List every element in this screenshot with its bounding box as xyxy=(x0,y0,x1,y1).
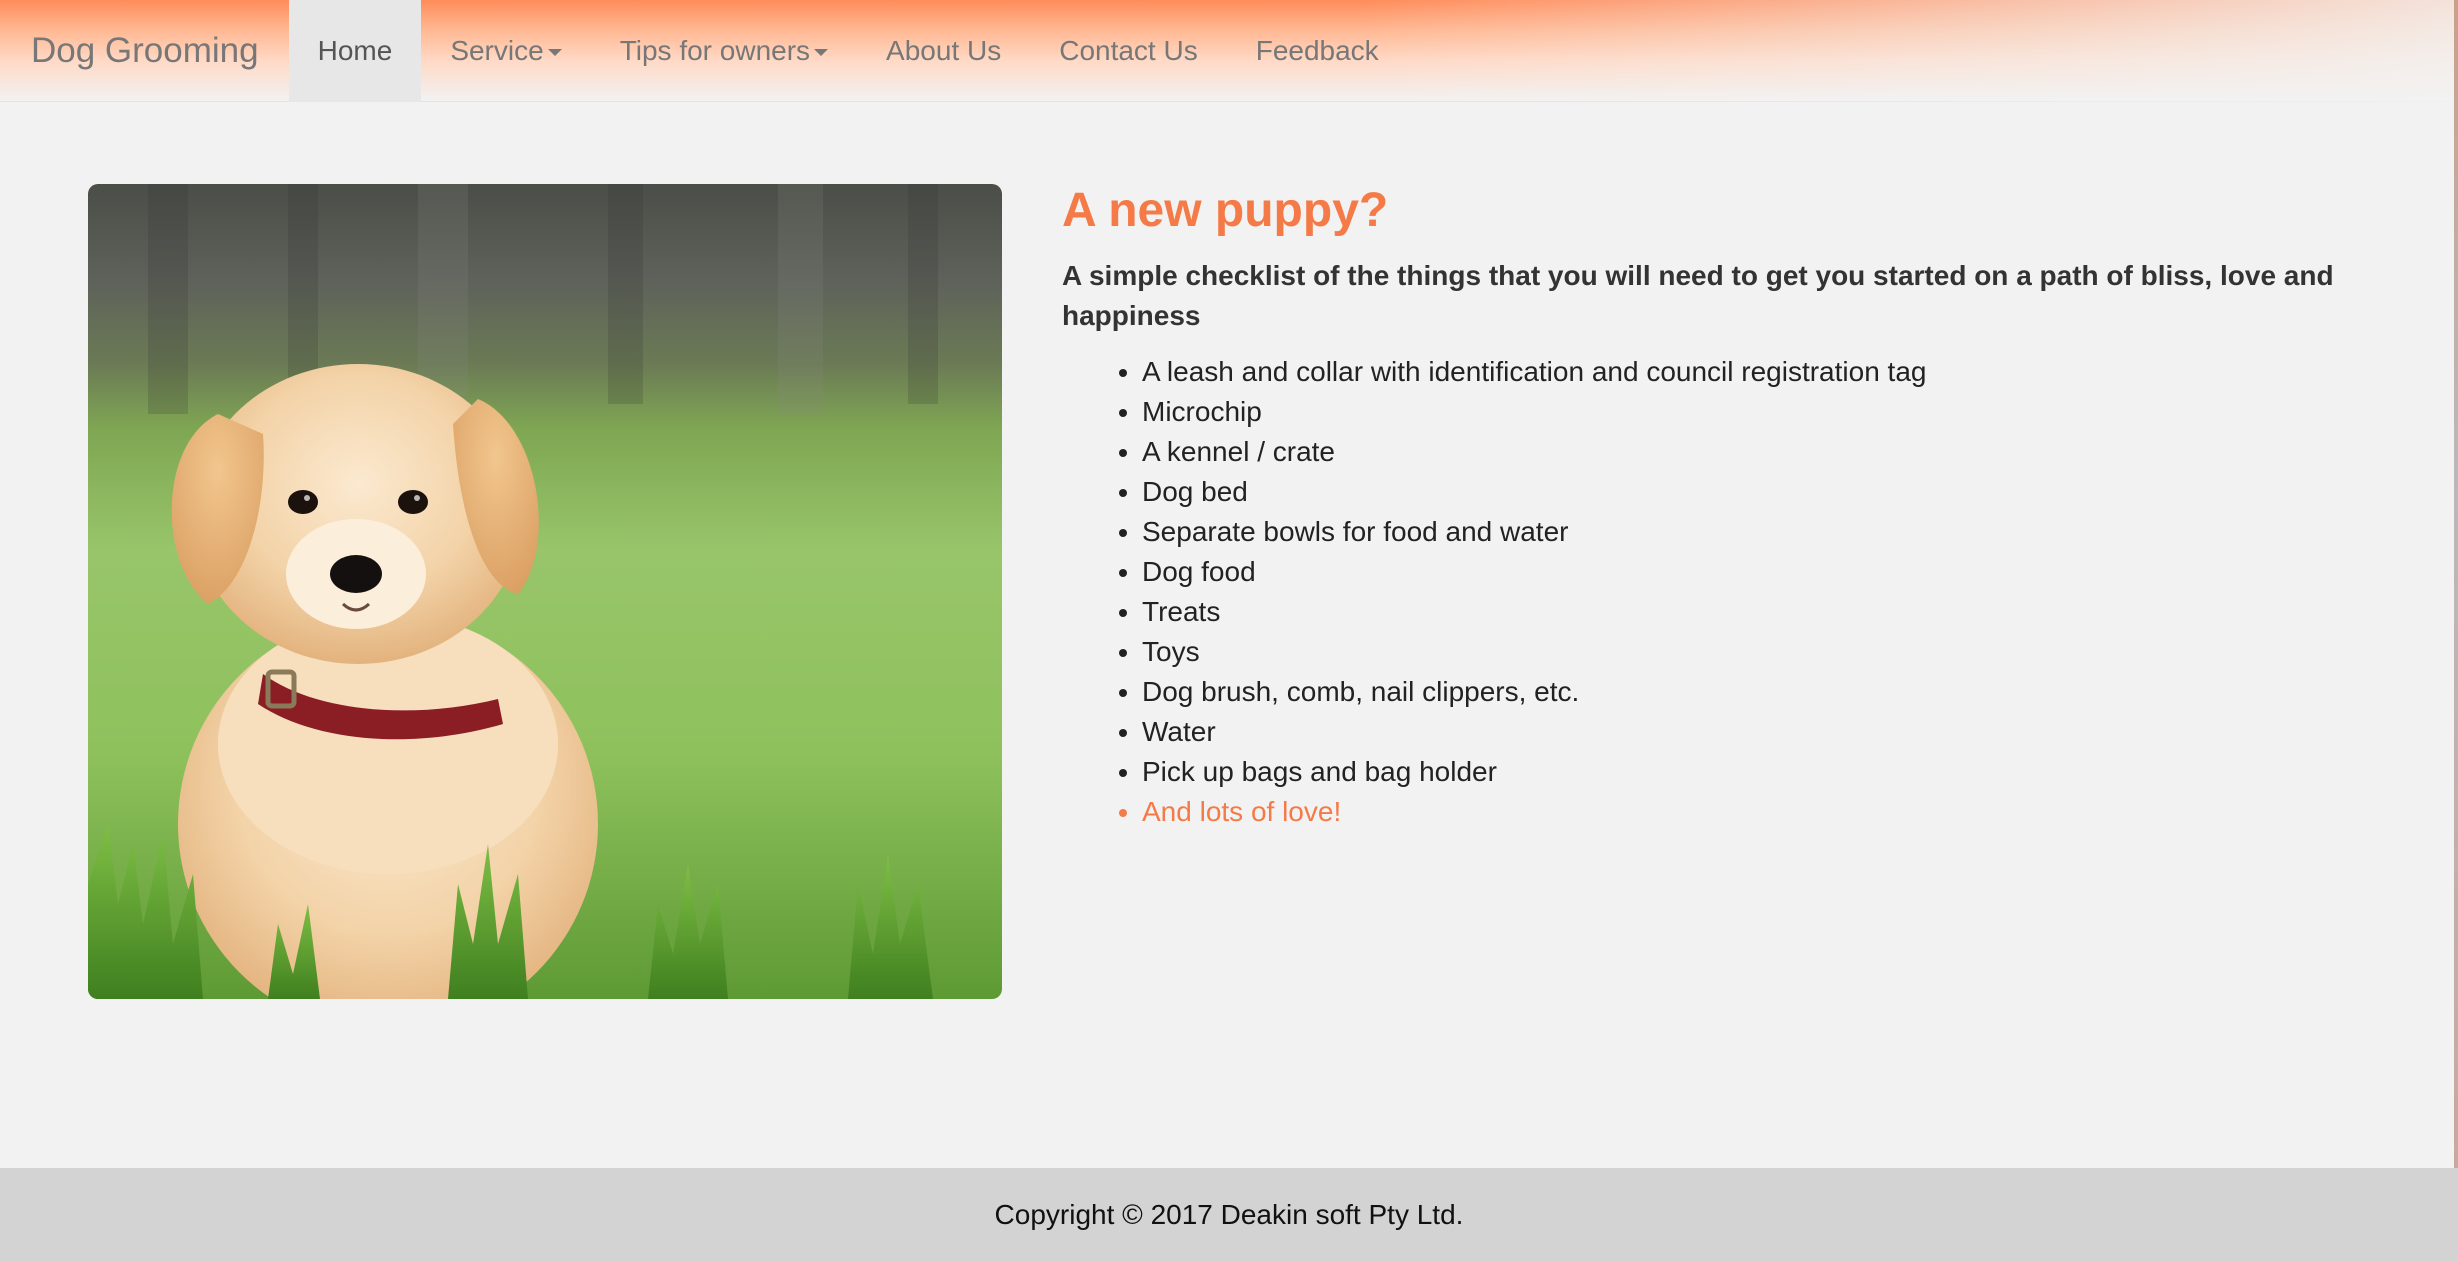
checklist-item: Water xyxy=(1142,712,2402,752)
checklist-item: Treats xyxy=(1142,592,2402,632)
nav-item-label: Home xyxy=(317,35,393,66)
copyright-text: Copyright © 2017 Deakin soft Pty Ltd. xyxy=(994,1199,1464,1230)
checklist-item: Pick up bags and bag holder xyxy=(1142,752,2402,792)
puppy-photo xyxy=(88,184,1002,999)
checklist-item: Toys xyxy=(1142,632,2402,672)
nav-item-about-us[interactable]: About Us xyxy=(857,0,1030,102)
caret-down-icon xyxy=(814,48,829,56)
checklist-item: Dog brush, comb, nail clippers, etc. xyxy=(1142,672,2402,712)
checklist-item-highlight: And lots of love! xyxy=(1142,792,2402,832)
nav-item-label: Contact Us xyxy=(1059,35,1198,66)
checklist-item: A leash and collar with identification a… xyxy=(1142,352,2402,392)
nav-item-label: Feedback xyxy=(1255,35,1379,66)
nav-item-contact-us[interactable]: Contact Us xyxy=(1030,0,1227,102)
nav-item-home[interactable]: Home xyxy=(288,0,422,102)
checklist-item: Separate bowls for food and water xyxy=(1142,512,2402,552)
nav-item-label: About Us xyxy=(886,35,1002,66)
checklist-item: Dog food xyxy=(1142,552,2402,592)
nav-item-label: Service xyxy=(450,35,544,66)
checklist-item: Dog bed xyxy=(1142,472,2402,512)
page-title: A new puppy? xyxy=(1062,184,1389,237)
checklist-item: A kennel / crate xyxy=(1142,432,2402,472)
top-navbar: Dog Grooming Home Service Tips for owner… xyxy=(0,0,2458,102)
nav-item-label: Tips for owners xyxy=(619,35,811,66)
checklist-section: A new puppy? A simple checklist of the t… xyxy=(1062,180,2402,832)
nav-item-feedback[interactable]: Feedback xyxy=(1227,0,1408,102)
caret-down-icon xyxy=(547,48,562,56)
nav-item-tips-for-owners[interactable]: Tips for owners xyxy=(591,0,857,102)
page-subtitle: A simple checklist of the things that yo… xyxy=(1062,260,2334,331)
checklist-item: Microchip xyxy=(1142,392,2402,432)
puppy-checklist: A leash and collar with identification a… xyxy=(1062,352,2402,832)
brand-link[interactable]: Dog Grooming xyxy=(0,0,289,102)
page-footer: Copyright © 2017 Deakin soft Pty Ltd. xyxy=(0,1168,2458,1262)
window-edge xyxy=(2454,0,2458,1168)
nav-item-service[interactable]: Service xyxy=(421,0,590,102)
page: Dog Grooming Home Service Tips for owner… xyxy=(0,0,2458,1262)
nav-menu: Home Service Tips for owners About Us Co… xyxy=(288,0,1408,102)
